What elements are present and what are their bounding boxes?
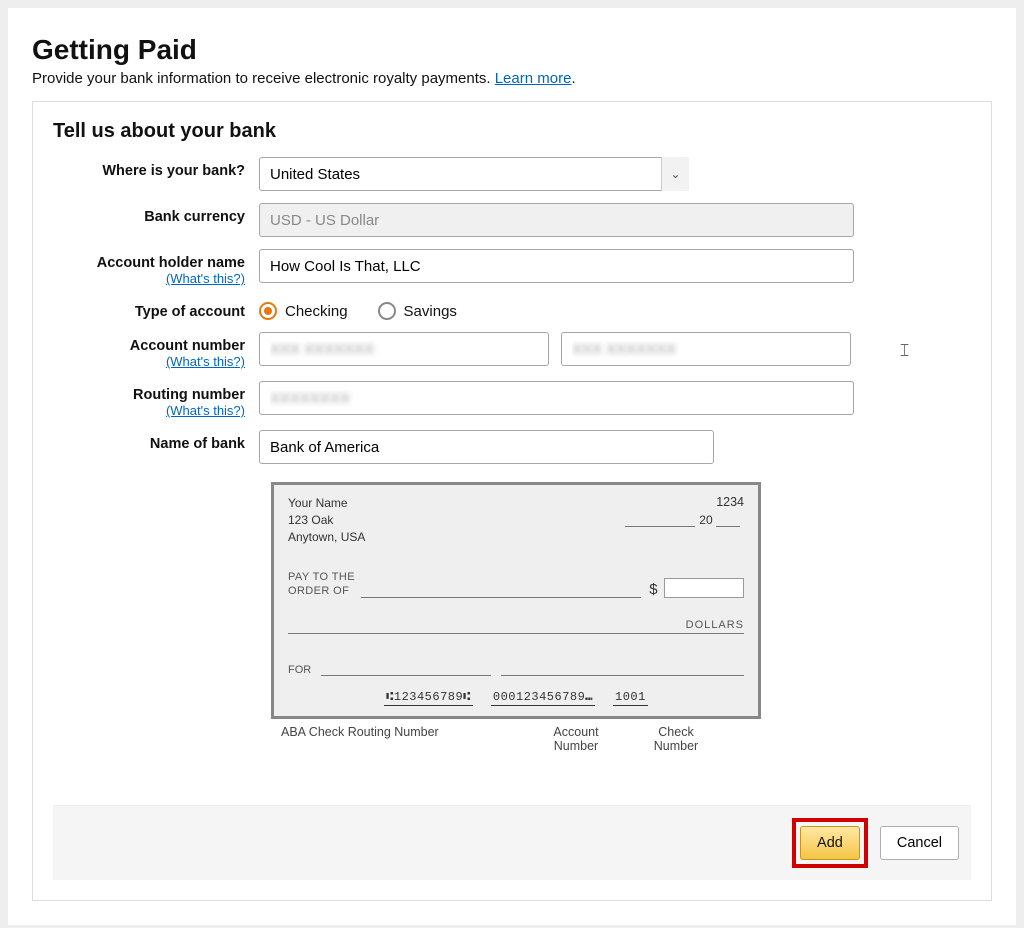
radio-unchecked-icon bbox=[378, 302, 396, 320]
check-label-routing: ABA Check Routing Number bbox=[281, 725, 439, 761]
account-num-help-link[interactable]: (What's this?) bbox=[53, 354, 245, 369]
check-name-line2: 123 Oak bbox=[288, 512, 365, 529]
cancel-button[interactable]: Cancel bbox=[880, 826, 959, 860]
form-footer: Add Cancel bbox=[53, 805, 971, 880]
label-where: Where is your bank? bbox=[53, 157, 259, 179]
account-holder-input[interactable] bbox=[259, 249, 854, 283]
subtitle-post: . bbox=[571, 70, 575, 87]
routing-number-input[interactable] bbox=[259, 381, 854, 415]
holder-help-link[interactable]: (What's this?) bbox=[53, 271, 245, 286]
type-checking-label: Checking bbox=[285, 303, 348, 320]
check-label-check: Check Number bbox=[641, 725, 711, 775]
check-name-line1: Your Name bbox=[288, 495, 365, 512]
check-dollars-label: DOLLARS bbox=[680, 619, 744, 631]
label-routing: Routing number bbox=[133, 387, 245, 403]
check-amount-box bbox=[664, 578, 744, 598]
micr-check: 1001 bbox=[613, 690, 648, 706]
label-type: Type of account bbox=[53, 298, 259, 320]
account-number-input[interactable] bbox=[259, 332, 549, 366]
account-number-confirm-input[interactable] bbox=[561, 332, 851, 366]
check-date-prefix: 20 bbox=[699, 513, 712, 527]
bank-currency-field bbox=[259, 203, 854, 237]
bank-country-select[interactable]: United States bbox=[259, 157, 689, 191]
check-pay-label: PAY TO THE ORDER OF bbox=[288, 571, 355, 597]
learn-more-link[interactable]: Learn more bbox=[495, 70, 572, 87]
page-subtitle: Provide your bank information to receive… bbox=[32, 70, 992, 87]
add-button[interactable]: Add bbox=[800, 826, 860, 860]
page-title: Getting Paid bbox=[32, 34, 992, 66]
bank-panel: Tell us about your bank Where is your ba… bbox=[32, 101, 992, 901]
label-currency: Bank currency bbox=[53, 203, 259, 225]
subtitle-text: Provide your bank information to receive… bbox=[32, 70, 495, 87]
radio-checked-icon bbox=[259, 302, 277, 320]
section-title: Tell us about your bank bbox=[53, 120, 971, 143]
dollar-sign-icon: $ bbox=[649, 581, 658, 598]
micr-routing: ⑆123456789⑆ bbox=[384, 690, 473, 706]
type-savings-radio[interactable]: Savings bbox=[378, 302, 457, 320]
check-number: 1234 bbox=[625, 495, 744, 509]
check-name-line3: Anytown, USA bbox=[288, 529, 365, 546]
bank-name-input[interactable] bbox=[259, 430, 714, 464]
label-account-num: Account number bbox=[130, 338, 245, 354]
routing-help-link[interactable]: (What's this?) bbox=[53, 403, 245, 418]
add-button-highlight: Add bbox=[792, 818, 868, 868]
check-label-account: Account Number bbox=[541, 725, 611, 775]
type-savings-label: Savings bbox=[404, 303, 457, 320]
label-holder: Account holder name bbox=[97, 255, 245, 271]
check-for-label: FOR bbox=[288, 664, 311, 676]
label-bank-name: Name of bank bbox=[53, 430, 259, 452]
text-cursor-icon: 𝙸 bbox=[898, 340, 911, 361]
type-checking-radio[interactable]: Checking bbox=[259, 302, 348, 320]
sample-check-illustration: Your Name 123 Oak Anytown, USA 1234 20 P… bbox=[271, 482, 771, 765]
micr-account: 000123456789⑉ bbox=[491, 690, 595, 706]
